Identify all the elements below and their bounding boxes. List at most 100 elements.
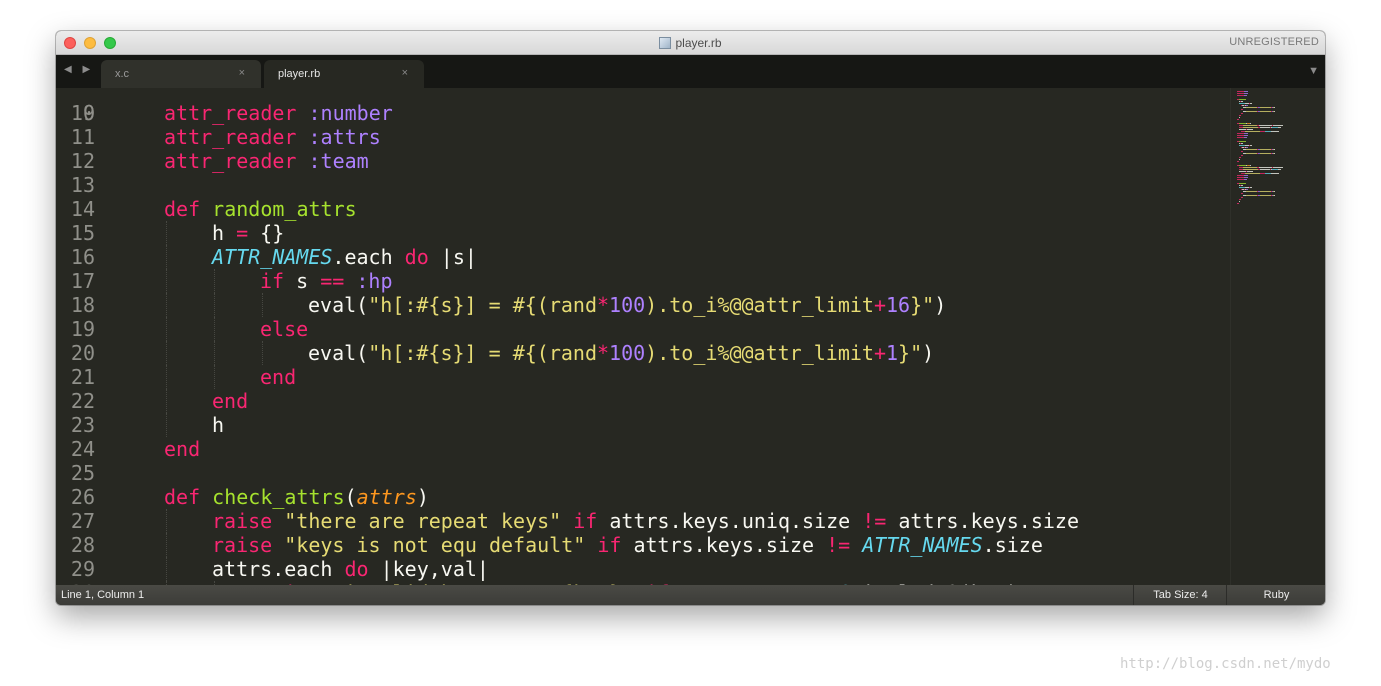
status-bar: Line 1, Column 1 Tab Size: 4 Ruby — [56, 585, 1325, 605]
minimap-stroke — [1246, 191, 1257, 192]
line-number: 28 — [70, 533, 95, 557]
code-text: end — [164, 437, 200, 461]
minimap-stroke — [1259, 125, 1272, 126]
minimap-stroke — [1247, 129, 1253, 130]
minimap-stroke — [1250, 123, 1251, 124]
code-editor[interactable]: 9 10 attr_reader :number 11 attr_reader :at… — [56, 88, 1325, 585]
unregistered-label: UNREGISTERED — [1229, 36, 1319, 48]
minimap-stroke — [1237, 177, 1244, 178]
minimap-stroke — [1246, 111, 1257, 112]
minimap-stroke — [1244, 175, 1248, 176]
indent-guide — [166, 389, 168, 413]
minimap-stroke — [1274, 191, 1275, 192]
minimap[interactable] — [1230, 88, 1325, 585]
minimap-stroke — [1245, 131, 1260, 132]
tab-nav-arrows-icon[interactable]: ◀ ▶ — [64, 64, 94, 75]
tab-x-c[interactable]: x.c × — [101, 60, 261, 88]
code-token: + — [873, 341, 886, 365]
minimap-stroke — [1246, 153, 1257, 154]
code-line-partial-top: 9 — [56, 88, 152, 125]
code-token: h — [212, 413, 225, 437]
minimap-stroke — [1278, 127, 1281, 128]
code-token: |key,val| — [368, 557, 489, 581]
minimap-stroke — [1244, 177, 1248, 178]
minimap-stroke — [1260, 127, 1270, 128]
minimap-stroke — [1250, 165, 1251, 166]
code-token: ATTR_NAMES — [862, 533, 983, 557]
code-token: do — [404, 245, 429, 269]
close-tab-icon[interactable]: × — [402, 67, 408, 79]
code-token: else — [260, 317, 309, 341]
minimap-stroke — [1244, 137, 1247, 138]
minimap-stroke — [1239, 115, 1241, 116]
indent-guide — [166, 317, 168, 341]
line-number: 23 — [70, 413, 95, 437]
minimap-stroke — [1237, 161, 1239, 162]
syntax-selector[interactable]: Ruby — [1226, 585, 1325, 605]
code-token: end — [164, 437, 201, 461]
minimap-stroke — [1246, 105, 1248, 106]
minimap-stroke — [1239, 183, 1246, 184]
indent-guide — [166, 221, 168, 245]
code-token: * — [597, 293, 610, 317]
minimap-stroke — [1246, 149, 1257, 150]
code-token: random_attrs — [212, 197, 357, 221]
indent-guide — [214, 341, 216, 365]
minimap-stroke — [1260, 111, 1271, 112]
close-tab-icon[interactable]: × — [239, 67, 245, 79]
code-token: 100 — [609, 293, 646, 317]
minimap-stroke — [1259, 167, 1272, 168]
code-token: h — [212, 221, 237, 245]
indent-guide — [166, 509, 168, 533]
editor-window: player.rb UNREGISTERED ◀ ▶ x.c × player.… — [56, 31, 1325, 605]
tab-player-rb[interactable]: player.rb × — [264, 60, 424, 88]
code-token: eval( — [308, 293, 369, 317]
code-text: def random_attrs — [164, 197, 357, 221]
code-token: :team — [308, 149, 369, 173]
line-number: 13 — [70, 173, 95, 197]
minimap-stroke — [1243, 125, 1257, 126]
line-number: 25 — [70, 461, 95, 485]
code-token: end — [212, 389, 249, 413]
minimap-stroke — [1274, 107, 1275, 108]
code-token: do — [344, 557, 369, 581]
line-number: 29 — [70, 557, 95, 581]
code-text: ATTR_NAMES.each do |s| — [212, 245, 477, 269]
minimap-stroke — [1241, 193, 1243, 194]
indent-guide — [166, 341, 168, 365]
minimap-stroke — [1241, 197, 1243, 198]
code-token: * — [597, 341, 610, 365]
minimap-stroke — [1273, 167, 1283, 168]
minimap-stroke — [1260, 169, 1270, 170]
code-token: ) — [416, 485, 429, 509]
tab-size-selector[interactable]: Tab Size: 4 — [1133, 585, 1227, 605]
line-number: 14 — [70, 197, 95, 221]
minimap-stroke — [1273, 125, 1283, 126]
tab-dropdown-icon[interactable]: ▼ — [1308, 65, 1319, 77]
minimap-stroke — [1246, 189, 1248, 190]
minimap-stroke — [1244, 95, 1247, 96]
minimap-stroke — [1237, 203, 1239, 204]
line-number: 10 — [70, 101, 95, 125]
indent-guide — [166, 533, 168, 557]
code-text: raise "there are repeat keys" if attrs.k… — [212, 509, 1079, 533]
minimap-stroke — [1241, 109, 1243, 110]
code-text: attr_reader :team — [164, 149, 369, 173]
code-token: == — [320, 269, 345, 293]
minimap-stroke — [1241, 143, 1243, 144]
indent-guide — [166, 413, 168, 437]
minimap-stroke — [1260, 107, 1271, 108]
minimap-stroke — [1237, 91, 1244, 92]
watermark: http://blog.csdn.net/mydo — [1120, 656, 1331, 672]
code-token: end — [260, 365, 297, 389]
indent-guide — [166, 245, 168, 269]
tab-label: x.c — [115, 68, 130, 80]
minimap-stroke — [1274, 111, 1275, 112]
code-text: h — [212, 413, 224, 437]
minimap-stroke — [1237, 135, 1244, 136]
code-text: end — [212, 389, 248, 413]
minimap-stroke — [1243, 167, 1257, 168]
minimap-stroke — [1239, 159, 1240, 160]
